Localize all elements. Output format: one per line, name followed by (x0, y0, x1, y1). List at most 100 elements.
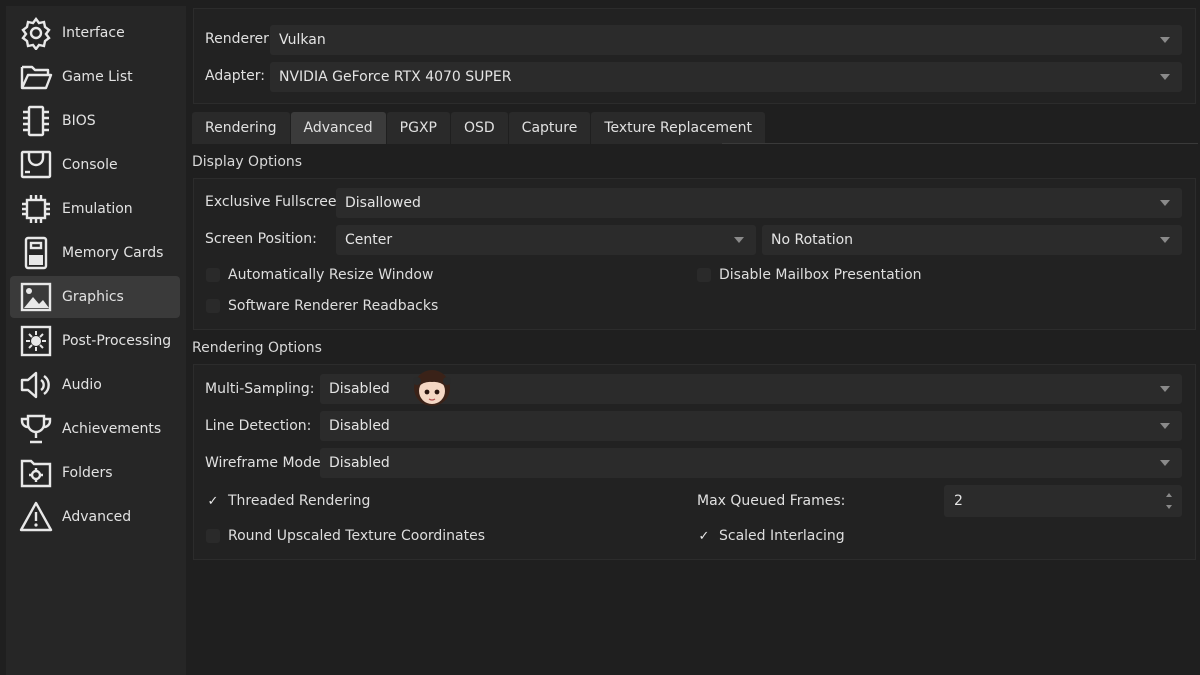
sidebar-item-label: Post-Processing (62, 333, 172, 349)
tab-texture-replacement[interactable]: Texture Replacement (591, 112, 766, 144)
sidebar-item-audio[interactable]: Audio (10, 364, 180, 406)
memory-card-icon (18, 235, 54, 271)
tab-pgxp[interactable]: PGXP (386, 112, 450, 144)
adapter-dropdown[interactable]: NVIDIA GeForce RTX 4070 SUPER (270, 62, 1182, 92)
round-upscaled-label: Round Upscaled Texture Coordinates (228, 528, 486, 544)
chevron-down-icon (1160, 74, 1170, 80)
chevron-down-icon (1160, 460, 1170, 466)
round-upscaled-checkbox[interactable]: Round Upscaled Texture Coordinates (206, 526, 485, 546)
rotation-value: No Rotation (771, 232, 854, 248)
renderer-label: Renderer: (205, 31, 274, 47)
wireframe-value: Disabled (329, 455, 390, 471)
sidebar-item-bios[interactable]: BIOS (10, 100, 180, 142)
chevron-down-icon (1160, 386, 1170, 392)
sidebar-item-console[interactable]: Console (10, 144, 180, 186)
checkbox-box (697, 268, 711, 282)
sidebar-item-game-list[interactable]: Game List (10, 56, 180, 98)
chevron-down-icon (1160, 37, 1170, 43)
sidebar-item-label: BIOS (62, 113, 96, 129)
sidebar-item-advanced[interactable]: Advanced (10, 496, 180, 538)
auto-resize-checkbox[interactable]: Automatically Resize Window (206, 265, 433, 285)
sidebar-item-label: Memory Cards (62, 245, 164, 261)
chip-icon (18, 103, 54, 139)
tab-capture[interactable]: Capture (508, 112, 591, 144)
sidebar-item-label: Advanced (62, 509, 132, 525)
image-icon (18, 279, 54, 315)
console-icon (18, 147, 54, 183)
checkmark-icon: ✓ (698, 528, 710, 544)
cpu-icon (18, 191, 54, 227)
sun-filter-icon (18, 323, 54, 359)
warning-icon (18, 499, 54, 535)
threaded-rendering-checkbox[interactable]: ✓ Threaded Rendering (206, 491, 371, 511)
multisampling-label: Multi-Sampling: (205, 381, 315, 397)
sidebar-item-folders[interactable]: Folders (10, 452, 180, 494)
settings-window: Interface Game List BIOS Console Emulati… (0, 0, 1200, 675)
tab-advanced[interactable]: Advanced (290, 112, 386, 144)
software-readbacks-checkbox[interactable]: Software Renderer Readbacks (206, 296, 438, 316)
scaled-interlacing-label: Scaled Interlacing (719, 528, 845, 544)
tab-divider (722, 143, 1198, 144)
sidebar-item-label: Game List (62, 69, 133, 85)
checkbox-box (206, 529, 220, 543)
exclusive-fullscreen-label: Exclusive Fullscreen: (205, 194, 351, 210)
checkbox-box (206, 299, 220, 313)
auto-resize-label: Automatically Resize Window (228, 267, 434, 283)
renderer-dropdown[interactable]: Vulkan (270, 25, 1182, 55)
tab-osd[interactable]: OSD (450, 112, 508, 144)
rendering-options-title: Rendering Options (192, 340, 322, 356)
avatar (409, 365, 455, 409)
max-queued-frames-spinbox[interactable]: 2 (944, 485, 1182, 517)
screen-position-label: Screen Position: (205, 231, 317, 247)
sidebar-item-label: Emulation (62, 201, 133, 217)
spin-down-icon[interactable] (1166, 505, 1172, 509)
multisampling-value: Disabled (329, 381, 390, 397)
disable-mailbox-checkbox[interactable]: Disable Mailbox Presentation (697, 265, 922, 285)
chevron-down-icon (1160, 237, 1170, 243)
sidebar-item-label: Achievements (62, 421, 162, 437)
sidebar-item-memory-cards[interactable]: Memory Cards (10, 232, 180, 274)
sidebar-item-interface[interactable]: Interface (10, 12, 180, 54)
sidebar-item-emulation[interactable]: Emulation (10, 188, 180, 230)
sidebar-item-graphics[interactable]: Graphics (10, 276, 180, 318)
wireframe-dropdown[interactable]: Disabled (320, 448, 1182, 478)
tab-rendering[interactable]: Rendering (192, 112, 290, 144)
settings-sidebar: Interface Game List BIOS Console Emulati… (6, 6, 186, 675)
screen-position-value: Center (345, 232, 393, 248)
sidebar-item-label: Folders (62, 465, 113, 481)
line-detection-value: Disabled (329, 418, 390, 434)
spin-up-icon[interactable] (1166, 493, 1172, 497)
sidebar-item-achievements[interactable]: Achievements (10, 408, 180, 450)
sidebar-item-post-processing[interactable]: Post-Processing (10, 320, 180, 362)
chevron-down-icon (734, 237, 744, 243)
tab-bar: Rendering Advanced PGXP OSD Capture Text… (192, 112, 766, 144)
chevron-down-icon (1160, 423, 1170, 429)
sidebar-item-label: Console (62, 157, 118, 173)
display-options-title: Display Options (192, 154, 303, 170)
chevron-down-icon (1160, 200, 1170, 206)
line-detection-label: Line Detection: (205, 418, 312, 434)
trophy-icon (18, 411, 54, 447)
line-detection-dropdown[interactable]: Disabled (320, 411, 1182, 441)
sidebar-item-label: Interface (62, 25, 125, 41)
max-queued-frames-value: 2 (954, 493, 963, 509)
screen-position-dropdown[interactable]: Center (336, 225, 756, 255)
speaker-icon (18, 367, 54, 403)
gear-icon (18, 15, 54, 51)
sidebar-item-label: Graphics (62, 289, 124, 305)
max-queued-frames-label: Max Queued Frames: (697, 493, 846, 509)
exclusive-fullscreen-value: Disallowed (345, 195, 421, 211)
sidebar-item-label: Audio (62, 377, 102, 393)
renderer-value: Vulkan (279, 32, 326, 48)
folder-settings-icon (18, 455, 54, 491)
rotation-dropdown[interactable]: No Rotation (762, 225, 1182, 255)
adapter-value: NVIDIA GeForce RTX 4070 SUPER (279, 69, 512, 85)
threaded-rendering-label: Threaded Rendering (228, 493, 371, 509)
scaled-interlacing-checkbox[interactable]: ✓ Scaled Interlacing (697, 526, 845, 546)
disable-mailbox-label: Disable Mailbox Presentation (719, 267, 922, 283)
checkbox-box (206, 268, 220, 282)
adapter-label: Adapter: (205, 68, 266, 84)
checkmark-icon: ✓ (207, 493, 219, 509)
wireframe-label: Wireframe Mode: (205, 455, 326, 471)
exclusive-fullscreen-dropdown[interactable]: Disallowed (336, 188, 1182, 218)
